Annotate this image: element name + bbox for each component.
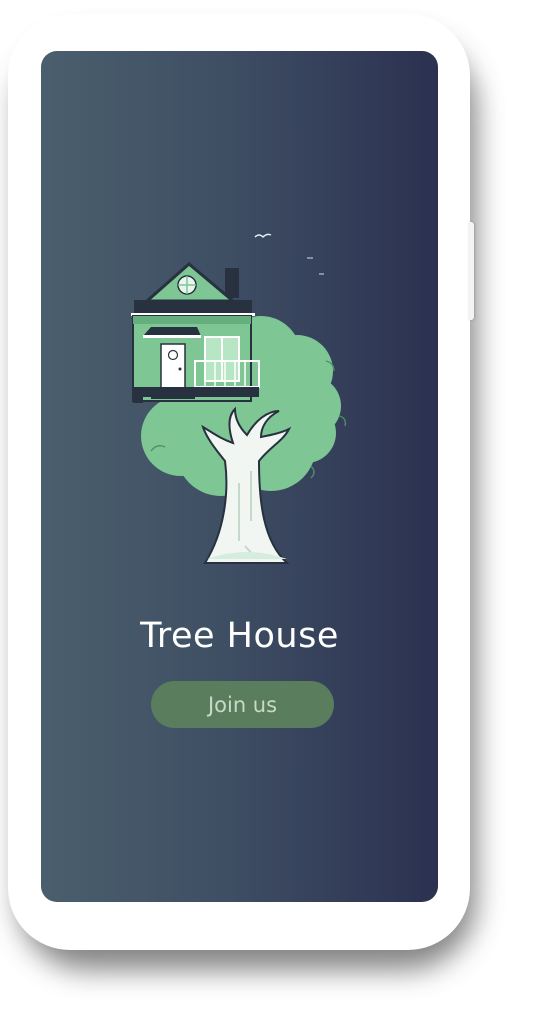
device-mockup: Tree House Join us [0, 0, 540, 1016]
side-button [468, 222, 474, 320]
app-screen: Tree House Join us [41, 51, 438, 902]
join-us-button[interactable]: Join us [151, 681, 334, 728]
bird-icon [254, 233, 272, 239]
house [131, 262, 260, 403]
app-title: Tree House [140, 616, 339, 656]
tree-house-icon [131, 233, 347, 564]
